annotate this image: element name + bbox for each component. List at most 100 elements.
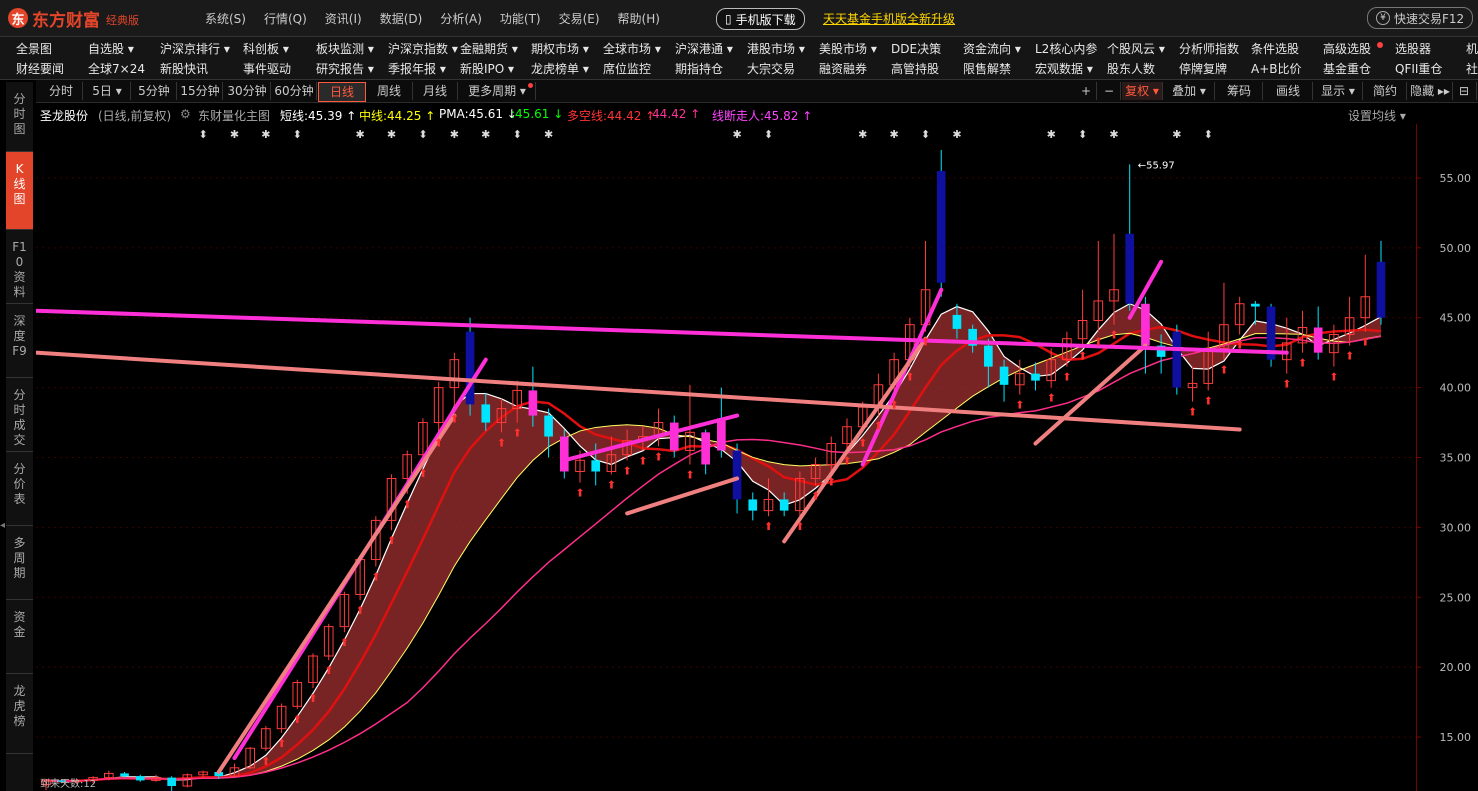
nav-row2-item-17[interactable]: A+B比价 [1251,60,1302,77]
nav-row2-item-3[interactable]: 事件驱动 [243,60,291,77]
tab-kline[interactable]: K线图 [6,152,33,230]
overlay-button[interactable]: 叠加 ▾ [1164,82,1215,100]
nav-row1-item-6[interactable]: 金融期货 ▾ [460,40,518,57]
chips-button[interactable]: 筹码 [1216,82,1263,100]
nav-row1-item-13[interactable]: 资金流向 ▾ [963,40,1021,57]
adjust-button[interactable]: 复权 ▾ [1122,82,1163,100]
candle[interactable] [120,773,129,777]
tab-f10[interactable]: F10资料 [6,230,33,304]
quick-trade-button[interactable]: ¥ 快速交易F12 [1367,7,1474,29]
candle[interactable] [135,776,145,781]
menu-analysis[interactable]: 分析(A) [440,10,482,27]
period-8[interactable]: 月线 [413,82,458,100]
nav-row1-item-16[interactable]: 分析师指数 [1179,40,1239,57]
menu-news[interactable]: 资讯(I) [325,10,362,27]
candle[interactable] [1125,233,1135,304]
candle[interactable] [1376,261,1386,318]
candle[interactable] [1031,373,1040,381]
ma-settings-button[interactable]: 设置均线 ▾ [1348,107,1406,124]
nav-row2-item-5[interactable]: 季报年报 ▾ [388,60,446,77]
display-button[interactable]: 显示 ▾ [1314,82,1363,100]
menu-help[interactable]: 帮助(H) [618,10,660,27]
candle[interactable] [1313,327,1323,353]
fund-app-link[interactable]: 天天基金手机版全新升级 [823,10,955,27]
nav-row1-item-5[interactable]: 沪深京指数 ▾ [388,40,458,57]
menu-data[interactable]: 数据(D) [380,10,423,27]
nav-row2-item-4[interactable]: 研究报告 ▾ [316,60,374,77]
period-6[interactable]: 日线 [318,82,366,102]
nav-row1-item-20[interactable]: 机 [1466,40,1478,57]
nav-row2-item-19[interactable]: QFII重仓 [1395,60,1442,77]
tab-depth-f9[interactable]: 深度F9 [6,304,33,378]
candle[interactable] [544,415,553,437]
candle[interactable] [465,331,475,405]
tab-tick-trades[interactable]: 分时成交 [6,378,33,452]
mobile-download-button[interactable]: ▯ 手机版下载 [716,8,805,30]
nav-row1-item-19[interactable]: 选股器 [1395,40,1431,57]
period-5[interactable]: 60分钟 [272,82,317,100]
nav-row1-item-17[interactable]: 条件选股 [1251,40,1299,57]
draw-button[interactable]: 画线 [1264,82,1313,100]
candle[interactable] [779,499,789,511]
candle[interactable] [984,345,993,367]
nav-row1-item-7[interactable]: 期权市场 ▾ [531,40,589,57]
candle[interactable] [528,390,538,416]
nav-row1-item-12[interactable]: DDE决策 [891,40,941,57]
candle[interactable] [559,436,569,472]
period-2[interactable]: 5分钟 [132,82,177,100]
nav-row1-item-14[interactable]: L2核心内参 [1035,40,1097,57]
tab-dragon-tiger[interactable]: 龙虎榜 [6,674,33,754]
nav-row1-item-0[interactable]: 全景图 [16,40,52,57]
nav-row2-item-2[interactable]: 新股快讯 [160,60,208,77]
nav-row1-item-4[interactable]: 板块监测 ▾ [316,40,374,57]
candle[interactable] [1172,331,1182,388]
candle[interactable] [167,777,176,786]
nav-row1-item-8[interactable]: 全球市场 ▾ [603,40,661,57]
nav-row2-item-10[interactable]: 大宗交易 [747,60,795,77]
candle[interactable] [591,460,601,472]
candle[interactable] [669,422,679,451]
nav-row1-item-3[interactable]: 科创板 ▾ [243,40,289,57]
tab-timeshare[interactable]: 分时图 [6,82,33,152]
menu-system[interactable]: 系统(S) [205,10,246,27]
zoom-in-button[interactable]: + [1076,82,1097,100]
tab-multi-period[interactable]: 多周期 [6,526,33,600]
simple-button[interactable]: 简约 [1364,82,1407,100]
candle[interactable] [717,418,726,451]
nav-row2-item-11[interactable]: 融资融券 [819,60,867,77]
period-0[interactable]: 分时 [40,82,83,100]
kline-chart[interactable]: ⬆ ⬆ ⬆ ⬆ ⬆ ⬆ ⬆ ⬆ ⬆ ⬆ ⬆ ⬆ ⬆ ⬆ ⬆ ⬆ ⬆ ⬆ ⬆ ⬆ ⬆ ⬆ ⬆ ⬆ ⬆ ⬆ ⬆ ⬆ ⬆ ⬆ ⬆ ⬆ ⬆ ⬆ ⬆ ⬆ ⬆ ⬆ ⬆ ⬆… [36,124,1416,791]
tab-funds[interactable]: 资金 [6,600,33,674]
nav-row2-item-15[interactable]: 股东人数 [1107,60,1155,77]
nav-row2-item-13[interactable]: 限售解禁 [963,60,1011,77]
nav-row2-item-9[interactable]: 期指持仓 [675,60,723,77]
nav-row2-item-20[interactable]: 社 [1466,60,1478,77]
candle[interactable] [1251,303,1260,307]
nav-row2-item-7[interactable]: 龙虎榜单 ▾ [531,60,589,77]
period-1[interactable]: 5日 ▾ [84,82,131,100]
period-7[interactable]: 周线 [366,82,413,100]
nav-row1-item-15[interactable]: 个股风云 ▾ [1107,40,1165,57]
layout-icon[interactable]: ⊟ [1452,82,1477,100]
nav-row1-item-9[interactable]: 沪深港通 ▾ [675,40,733,57]
nav-row1-item-18[interactable]: 高级选股 [1323,40,1371,57]
candle[interactable] [748,499,758,511]
nav-row2-item-6[interactable]: 新股IPO ▾ [460,60,514,77]
indicator-name[interactable]: 东财量化主图 [198,107,270,124]
candle[interactable] [481,404,491,423]
nav-row1-item-2[interactable]: 沪深京排行 ▾ [160,40,230,57]
collapse-handle[interactable]: ◂ [0,520,6,550]
period-4[interactable]: 30分钟 [224,82,271,100]
candle[interactable] [936,170,946,283]
nav-row2-item-12[interactable]: 高管持股 [891,60,939,77]
zoom-out-button[interactable]: − [1098,82,1121,100]
nav-row1-item-11[interactable]: 美股市场 ▾ [819,40,877,57]
nav-row2-item-16[interactable]: 停牌复牌 [1179,60,1227,77]
candle[interactable] [952,314,962,329]
nav-row1-item-10[interactable]: 港股市场 ▾ [747,40,805,57]
period-9[interactable]: 更多周期 ▾ [459,82,536,100]
period-3[interactable]: 15分钟 [178,82,223,100]
nav-row2-item-1[interactable]: 全球7×24 [88,60,145,77]
menu-trade[interactable]: 交易(E) [559,10,600,27]
menu-quotes[interactable]: 行情(Q) [264,10,307,27]
